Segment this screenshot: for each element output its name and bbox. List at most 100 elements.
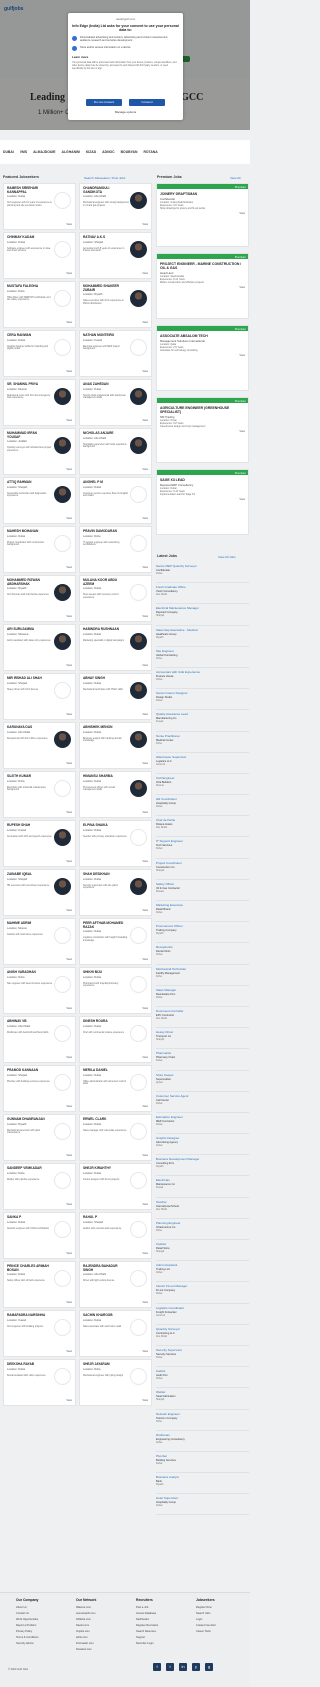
client-logo[interactable]: VMS	[20, 150, 27, 154]
premium-job-card[interactable]: Premium JOINERY DRAFTSMAN Confidential Loca…	[156, 183, 249, 247]
jobseeker-name[interactable]: ARI SURUJAMMA	[7, 627, 51, 632]
view-profile-link[interactable]: View	[142, 664, 148, 667]
jobseeker-name[interactable]: DINESH ROURA	[83, 1019, 127, 1024]
jobseeker-card[interactable]: PRINCE CHARLES ARIMAH BOSAN Location: Dub…	[3, 1261, 76, 1308]
footer-link[interactable]: Search Jobs	[196, 1612, 252, 1615]
jobseeker-name[interactable]: SHAH DESIKHAN	[83, 872, 127, 877]
jobseeker-card[interactable]: CHANDRAMOULI GANDIKOTA Location: Abu Dhab…	[79, 183, 152, 230]
jobseeker-card[interactable]: MULANA KOOR ABDU AZEEM Location: Dubai Sto…	[79, 575, 152, 622]
jobseeker-name[interactable]: KARUNAYA DAS	[7, 725, 51, 730]
latest-job-item[interactable]: Marketing Executive Retail Brand Dubai	[156, 901, 249, 923]
jobseeker-card[interactable]: ELPINA SHAIKA Location: Dubai Teacher with…	[79, 820, 152, 867]
view-profile-link[interactable]: View	[142, 860, 148, 863]
jobseeker-card[interactable]: HIMANSU SHARMA Location: Dubai Procurement…	[79, 771, 152, 818]
jobseeker-name[interactable]: MOHAMMED SHAKEER ZUBAIR	[83, 284, 127, 292]
view-profile-link[interactable]: View	[66, 517, 72, 520]
footer-link[interactable]: Jeevansathi.com	[76, 1612, 132, 1615]
view-profile-link[interactable]: View	[142, 958, 148, 961]
latest-job-item[interactable]: Heavy Driver Transport Co Sharjah	[156, 1028, 249, 1050]
jobseeker-name[interactable]: PEER AFTHAB MOHAMED RAZAK	[83, 921, 127, 929]
jobseeker-card[interactable]: RAMESH SREEHARI KANNAPPAL Location: Dubai…	[3, 183, 76, 230]
latest-job-title[interactable]: Teacher	[156, 1200, 249, 1204]
jobseeker-card[interactable]: ERWEL CLARK Location: Dubai Sales manager …	[79, 1114, 152, 1161]
latest-job-title[interactable]: Hotel Supervisor	[156, 1496, 249, 1500]
manage-options-link[interactable]: Manage options	[68, 110, 183, 114]
latest-job-item[interactable]: Graphic Designer Advertising Agency Dubai	[156, 1134, 249, 1156]
latest-job-title[interactable]: Pharmacist	[156, 1051, 249, 1055]
view-profile-link[interactable]: View	[142, 517, 148, 520]
view-profile-link[interactable]: View	[142, 1399, 148, 1402]
view-profile-link[interactable]: View	[66, 1154, 72, 1157]
latest-job-item[interactable]: Cashier Retail Store Sharjah	[156, 1240, 249, 1262]
jobseeker-name[interactable]: ABHINAV VB	[7, 1019, 51, 1024]
footer-link[interactable]: Security Advice	[16, 1642, 72, 1645]
client-logo[interactable]: BOUBYAN	[121, 150, 138, 154]
jobseeker-name[interactable]: SACHIN KHAROOB	[83, 1313, 127, 1318]
footer-link[interactable]: Access Database	[136, 1612, 192, 1615]
jobseeker-card[interactable]: ANAS ZAHEDAN Location: Dubai Supply chain …	[79, 379, 152, 426]
latest-job-title[interactable]: Site Engineer	[156, 649, 249, 653]
latest-job-item[interactable]: Accountant with UAE Experience Finance Ho…	[156, 668, 249, 690]
client-logo[interactable]: ROTANA	[143, 150, 157, 154]
latest-job-title[interactable]: Senior Interior Designer	[156, 691, 249, 695]
client-logo[interactable]: ALGHANIM	[62, 150, 80, 154]
client-logo[interactable]: DUBAI	[3, 150, 14, 154]
latest-job-item[interactable]: Electrical Maintenance Manager Reputed Co…	[156, 604, 249, 626]
footer-link[interactable]: Support	[136, 1636, 192, 1639]
jobseeker-card[interactable]: DINESH ROURA Location: Dubai Chef with con…	[79, 1016, 152, 1063]
footer-link[interactable]: Register Recruiters	[136, 1624, 192, 1627]
jobseeker-card[interactable]: MOHAMMED RIZWAN ABDHARSHAK Location: Riya…	[3, 575, 76, 622]
jobseeker-name[interactable]: ANAS ZAHEDAN	[83, 382, 127, 387]
jobseeker-card[interactable]: MIR IRSHAD ALI SHAH Location: Sharjah Heav…	[3, 673, 76, 720]
view-profile-link[interactable]: View	[142, 468, 148, 471]
twitter-icon[interactable]: t	[166, 1663, 174, 1671]
view-profile-link[interactable]: View	[142, 272, 148, 275]
latest-job-item[interactable]: Chef de Partie Rotana Hotels Abu Dhabi	[156, 816, 249, 838]
latest-job-item[interactable]: Plumber Building Services Dubai	[156, 1452, 249, 1474]
latest-job-item[interactable]: Safety Officer Oil & Gas Contractor Ruwais	[156, 880, 249, 901]
latest-job-item[interactable]: Electrician Maintenance Co Kuwait	[156, 1176, 249, 1198]
footer-link[interactable]: Work Opportunities	[16, 1618, 72, 1621]
latest-job-item[interactable]: Site Engineer Global Contracting Doha	[156, 647, 249, 668]
latest-job-title[interactable]: Accountant with UAE Experience	[156, 670, 249, 674]
consent-button[interactable]: Consent	[129, 99, 165, 106]
view-profile-link[interactable]: View	[66, 468, 72, 471]
jobseeker-card[interactable]: RUPESH SHAH Location: Kuwait Accountant wi…	[3, 820, 76, 867]
view-profile-link[interactable]: View	[66, 909, 72, 912]
view-profile-link[interactable]: View	[66, 1350, 72, 1353]
latest-job-item[interactable]: Security Supervisor Security Services Duba…	[156, 1346, 249, 1368]
view-profile-link[interactable]: View	[142, 1056, 148, 1059]
jobseeker-card[interactable]: ZAINABE IQBAL Location: Sharjah HR executi…	[3, 869, 76, 916]
footer-link[interactable]: Create Free Alert	[196, 1624, 252, 1627]
jobseeker-name[interactable]: NICHOLAS ANJARE	[83, 431, 127, 436]
jobseeker-name[interactable]: HIMANSU SHARMA	[83, 774, 127, 779]
latest-job-title[interactable]: Cashier	[156, 1242, 249, 1246]
jobseeker-name[interactable]: PRAMOD KANNAAN	[7, 1068, 51, 1073]
premium-job-card[interactable]: Premium ASSOCIATE ABSALOM TECH Management …	[156, 325, 249, 391]
latest-job-item[interactable]: Admin Assistant Trading LLC Dubai	[156, 1261, 249, 1283]
jobseeker-name[interactable]: MAHESH MOHANAN	[7, 529, 51, 534]
jobseeker-card[interactable]: CHINMAY KADAM Location: Dubai Software eng…	[3, 232, 76, 279]
latest-job-item[interactable]: Project Coordinator Construction Co Sharja…	[156, 859, 249, 880]
jobseeker-card[interactable]: HABINDRA RUSHNAAN Location: Dubai Marketin…	[79, 624, 152, 671]
latest-job-title[interactable]: Plumber	[156, 1454, 249, 1458]
premium-job-view-link[interactable]: View	[160, 430, 245, 433]
jobseeker-name[interactable]: MOHAMMED RIZWAN ABDHARSHAK	[7, 578, 51, 586]
latest-job-title[interactable]: Interior Fit-out Manager	[156, 1284, 249, 1288]
jobseeker-card[interactable]: CERA RANWAN Location: Dubai Graphic design…	[3, 330, 76, 377]
latest-job-title[interactable]: Fresh Graduate Office	[156, 585, 249, 589]
latest-job-item[interactable]: Senior Interior Designer Design Studio Dub…	[156, 689, 249, 711]
latest-job-item[interactable]: Nurse Practitioner Medical Center Doha	[156, 732, 249, 753]
latest-job-title[interactable]: Admin Assistant	[156, 1263, 249, 1267]
premium-job-card[interactable]: Premium SAGE X3 LEAD Reputed ERP Consultan…	[156, 469, 249, 535]
latest-job-title[interactable]: Draftsman	[156, 1433, 249, 1437]
footer-link[interactable]: Register Now	[196, 1606, 252, 1609]
view-profile-link[interactable]: View	[66, 1056, 72, 1059]
client-logo[interactable]: ALMAJDOUIE	[33, 150, 55, 154]
latest-job-title[interactable]: Receptionist	[156, 945, 249, 949]
latest-job-item[interactable]: Teacher International School Abu Dhabi	[156, 1198, 249, 1219]
latest-jobs-link[interactable]: View All Jobs	[218, 555, 236, 559]
latest-job-item[interactable]: Pharmacist Pharmacy Chain Dubai	[156, 1049, 249, 1071]
latest-job-item[interactable]: Sales Manager Real Estate Firm Dubai	[156, 986, 249, 1007]
view-profile-link[interactable]: View	[66, 223, 72, 226]
